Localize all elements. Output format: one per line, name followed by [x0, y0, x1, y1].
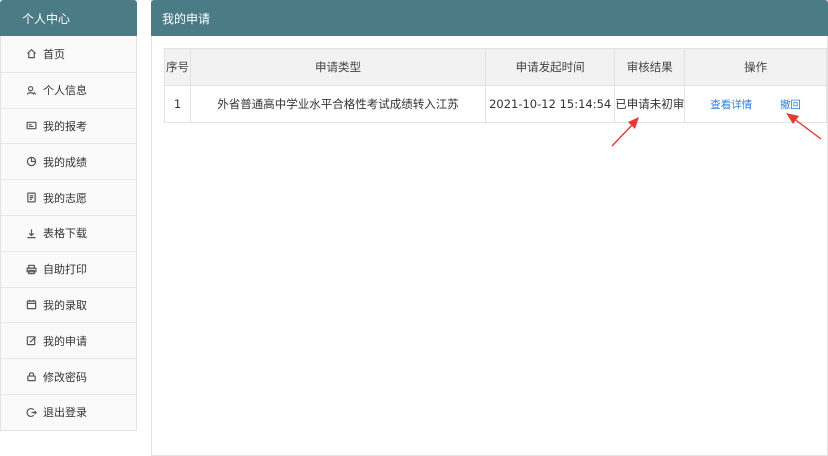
- sidebar-item-downloads[interactable]: 表格下载: [1, 214, 136, 251]
- sidebar-item-wishes[interactable]: 我的志愿: [1, 179, 136, 215]
- row-number: 1: [164, 85, 191, 123]
- sidebar-item-label: 退出登录: [43, 406, 87, 420]
- sidebar-item-registration[interactable]: 我的报考: [1, 107, 136, 144]
- logout-icon: [25, 406, 37, 418]
- table-row: 1 外省普通高中学业水平合格性考试成绩转入江苏 2021-10-12 15:14…: [164, 85, 827, 123]
- lock-icon: [25, 371, 37, 383]
- column-header-actions: 操作: [684, 48, 827, 86]
- home-icon: [25, 48, 37, 60]
- sidebar-item-label: 我的报考: [43, 119, 87, 133]
- sidebar-item-label: 首页: [43, 47, 65, 61]
- sidebar: 个人中心 首页 个人信息 我的报考 我的成绩 我的志愿 表格下载 自助打印 我的…: [0, 0, 137, 456]
- pie-chart-icon: [25, 156, 37, 168]
- sidebar-item-label: 我的志愿: [43, 191, 87, 205]
- sidebar-item-label: 修改密码: [43, 370, 87, 384]
- sidebar-item-label: 表格下载: [43, 227, 87, 241]
- main-panel: 我的申请 序号 申请类型 申请发起时间 审核结果 操作 1 外省普通高中学业水平…: [151, 0, 828, 456]
- printer-icon: [25, 263, 37, 275]
- application-type: 外省普通高中学业水平合格性考试成绩转入江苏: [189, 85, 487, 123]
- view-details-link[interactable]: 查看详情: [710, 99, 752, 111]
- user-icon: [25, 84, 37, 96]
- sidebar-item-scores[interactable]: 我的成绩: [1, 143, 136, 179]
- sidebar-item-admission[interactable]: 我的录取: [1, 286, 136, 323]
- withdraw-link[interactable]: 撤回: [780, 99, 801, 111]
- id-card-icon: [25, 120, 37, 132]
- page-title: 我的申请: [151, 0, 828, 36]
- sidebar-item-profile[interactable]: 个人信息: [1, 71, 136, 108]
- calendar-icon: [25, 299, 37, 311]
- sidebar-item-logout[interactable]: 退出登录: [1, 393, 136, 430]
- sidebar-item-label: 自助打印: [43, 263, 87, 277]
- column-header-result: 审核结果: [614, 48, 686, 86]
- column-header-type: 申请类型: [189, 48, 487, 86]
- document-icon: [25, 192, 37, 204]
- review-result: 已申请未初审: [614, 85, 686, 123]
- table-header-row: 序号 申请类型 申请发起时间 审核结果 操作: [164, 48, 827, 86]
- sidebar-item-home[interactable]: 首页: [1, 36, 136, 72]
- application-time: 2021-10-12 15:14:54: [485, 85, 616, 123]
- sidebar-title: 个人中心: [0, 0, 137, 36]
- sidebar-item-applications[interactable]: 我的申请: [1, 322, 136, 358]
- sidebar-menu: 首页 个人信息 我的报考 我的成绩 我的志愿 表格下载 自助打印 我的录取 我的…: [0, 36, 137, 431]
- sidebar-item-change-password[interactable]: 修改密码: [1, 358, 136, 394]
- sidebar-item-label: 我的申请: [43, 334, 87, 348]
- column-header-no: 序号: [164, 48, 191, 86]
- edit-icon: [25, 335, 37, 347]
- sidebar-item-label: 我的成绩: [43, 155, 87, 169]
- applications-table: 序号 申请类型 申请发起时间 审核结果 操作 1 外省普通高中学业水平合格性考试…: [164, 48, 827, 123]
- sidebar-item-label: 我的录取: [43, 298, 87, 312]
- download-icon: [25, 227, 37, 239]
- row-actions: 查看详情 撤回: [684, 85, 827, 123]
- sidebar-item-label: 个人信息: [43, 84, 87, 98]
- sidebar-item-print[interactable]: 自助打印: [1, 250, 136, 287]
- column-header-time: 申请发起时间: [485, 48, 616, 86]
